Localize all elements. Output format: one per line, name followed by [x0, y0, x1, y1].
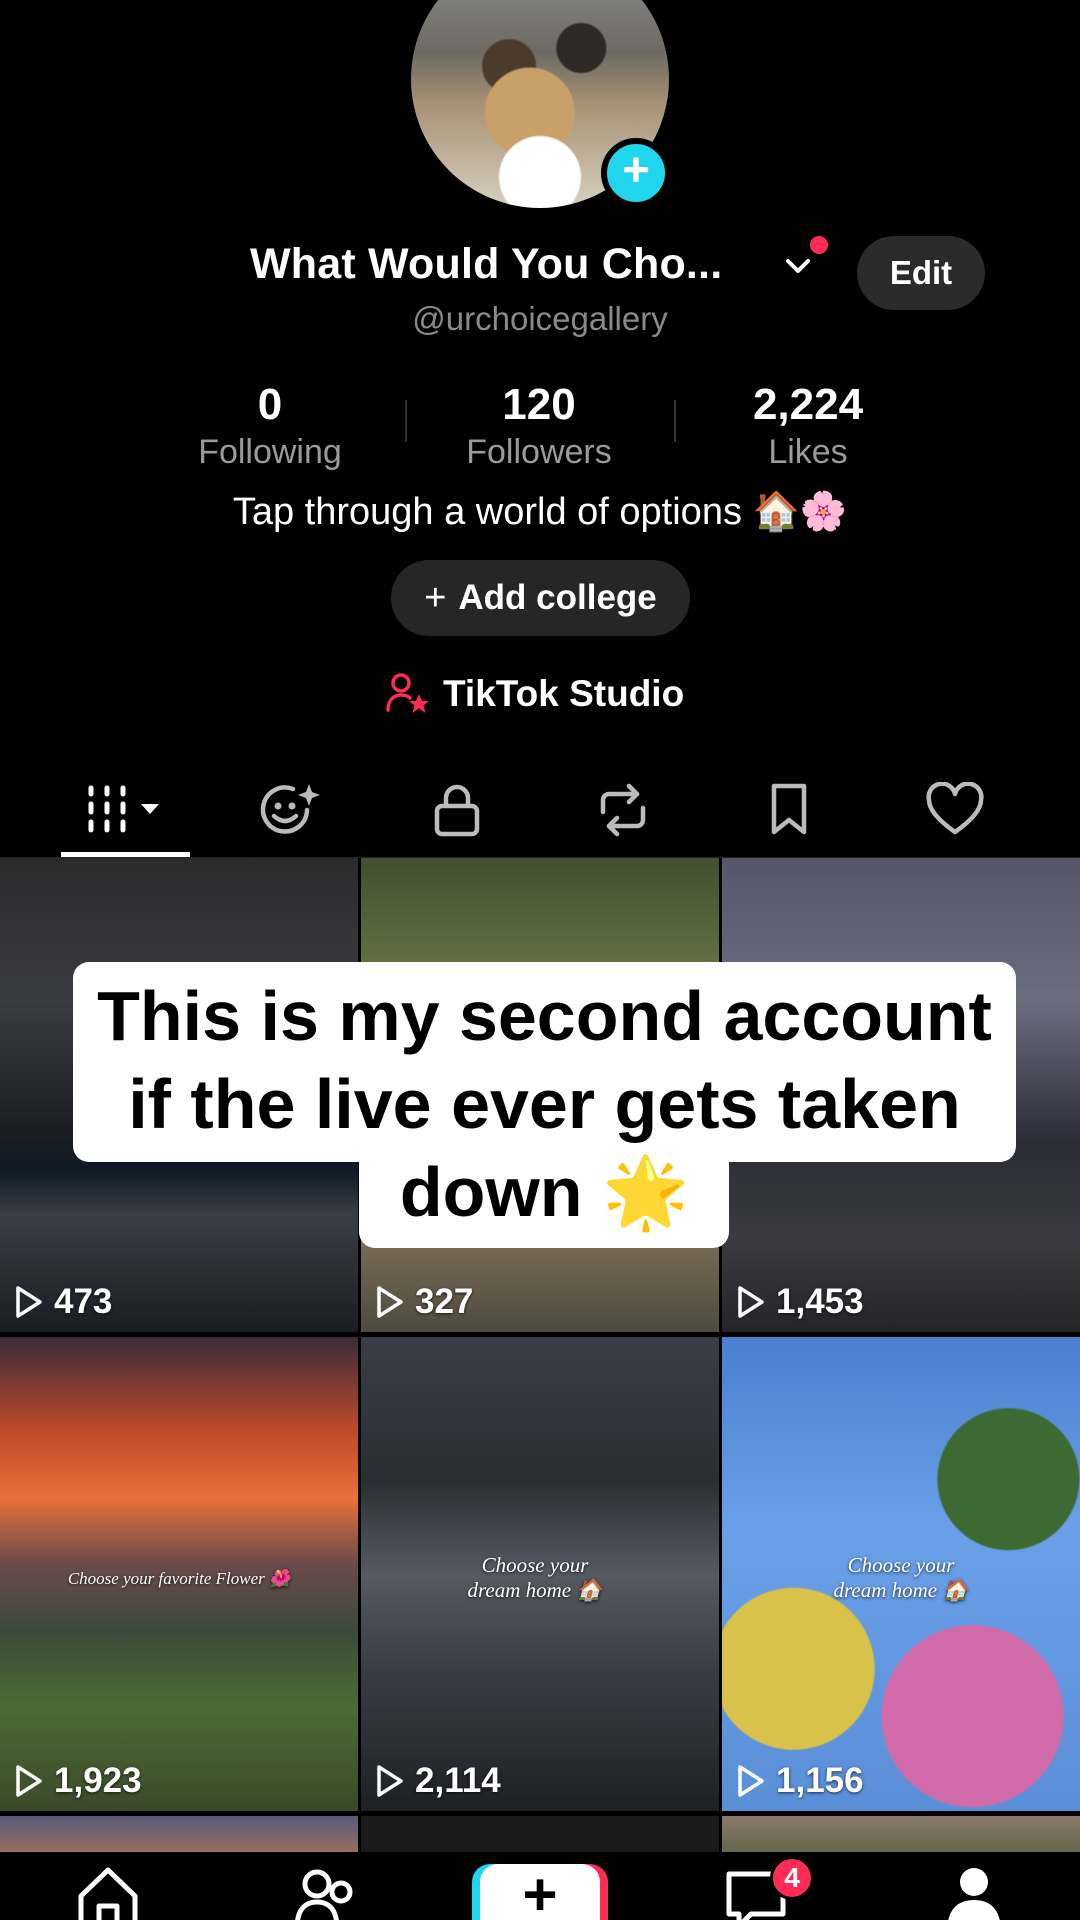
video-caption: Choose your dream home 🏠	[467, 1553, 603, 1602]
view-count-value: 1,453	[776, 1282, 864, 1321]
profile-tabs	[0, 770, 1080, 860]
play-icon	[738, 1286, 764, 1318]
play-icon	[377, 1765, 403, 1797]
view-count: 1,453	[736, 1282, 864, 1322]
display-name[interactable]: What Would You Cho...	[250, 240, 722, 289]
grid-icon	[88, 785, 159, 833]
stat-label: Following	[198, 433, 342, 471]
tab-liked[interactable]	[890, 770, 1020, 850]
video-thumbnail[interactable]: Choose your favorite Flower 🌺 1,923	[0, 1337, 358, 1811]
add-college-button[interactable]: + Add college	[391, 560, 690, 636]
bottom-navigation: + 4	[0, 1852, 1080, 1920]
repost-icon	[600, 783, 646, 837]
stat-label: Likes	[768, 433, 848, 471]
stat-value: 0	[257, 380, 283, 429]
view-count-value: 1,156	[776, 1761, 864, 1800]
caption-overlay-text: This is my second account if the live ev…	[97, 977, 992, 1231]
play-icon	[16, 1765, 42, 1797]
face-sparkle-icon	[260, 784, 320, 834]
tab-reposts[interactable]	[558, 770, 688, 850]
profile-name-row: What Would You Cho... Edit	[0, 236, 1080, 310]
play-icon	[738, 1765, 764, 1797]
view-count: 1,156	[736, 1761, 864, 1801]
notification-dot	[810, 236, 828, 254]
friends-icon	[295, 1869, 353, 1920]
tab-private[interactable]	[392, 770, 522, 850]
video-thumbnail[interactable]: Choose your dream home 🏠 2,114	[361, 1337, 719, 1811]
view-count-value: 1,923	[54, 1761, 142, 1800]
view-count: 1,923	[14, 1761, 142, 1801]
stat-value: 2,224	[752, 380, 864, 429]
tab-ai-reposts[interactable]	[226, 770, 356, 850]
edit-profile-button[interactable]: Edit	[857, 236, 985, 310]
view-count: 2,114	[375, 1761, 501, 1801]
tab-videos[interactable]	[60, 770, 190, 850]
stat-label: Followers	[466, 433, 612, 471]
profile-icon	[948, 1868, 1000, 1920]
play-icon	[377, 1286, 403, 1318]
bookmark-icon	[771, 783, 807, 835]
profile-stats: 0 Following 120 Followers 2,224 Likes	[135, 378, 944, 478]
stat-likes[interactable]: 2,224 Likes	[673, 378, 943, 472]
view-count-value: 473	[54, 1282, 113, 1321]
username-handle: @urchoicegallery	[412, 300, 668, 337]
view-count: 473	[14, 1282, 112, 1322]
person-star-icon	[386, 673, 429, 713]
avatar-add-button[interactable]: +	[601, 138, 671, 208]
plus-icon: +	[621, 144, 651, 197]
profile-bio: Tap through a world of options 🏠🌸	[232, 491, 848, 533]
tiktok-studio-label: TikTok Studio	[443, 673, 685, 714]
stat-followers[interactable]: 120 Followers	[404, 378, 674, 472]
stat-value: 120	[502, 380, 576, 429]
inbox-badge: 4	[770, 1856, 814, 1900]
tab-saved[interactable]	[724, 770, 854, 850]
plus-icon: +	[424, 576, 447, 619]
nav-home[interactable]	[68, 1862, 148, 1920]
home-icon	[78, 1867, 138, 1920]
tiktok-studio-link[interactable]: TikTok Studio	[385, 669, 684, 719]
nav-profile[interactable]	[934, 1862, 1014, 1920]
view-count-value: 2,114	[415, 1761, 501, 1800]
nav-friends[interactable]	[286, 1862, 366, 1920]
view-count: 327	[375, 1282, 473, 1322]
video-thumbnail[interactable]: Choose your dream home 🏠 1,156	[722, 1337, 1080, 1811]
video-caption: Choose your favorite Flower 🌺	[67, 1569, 291, 1588]
add-college-label: Add college	[458, 578, 657, 617]
stat-following[interactable]: 0 Following	[135, 378, 405, 472]
chevron-down-icon[interactable]	[780, 248, 816, 284]
create-button[interactable]: +	[480, 1864, 600, 1920]
video-caption: Choose your dream home 🏠	[833, 1553, 969, 1602]
view-count-value: 327	[415, 1282, 474, 1321]
heart-icon	[926, 782, 984, 835]
play-icon	[16, 1286, 42, 1318]
lock-icon	[434, 784, 480, 837]
